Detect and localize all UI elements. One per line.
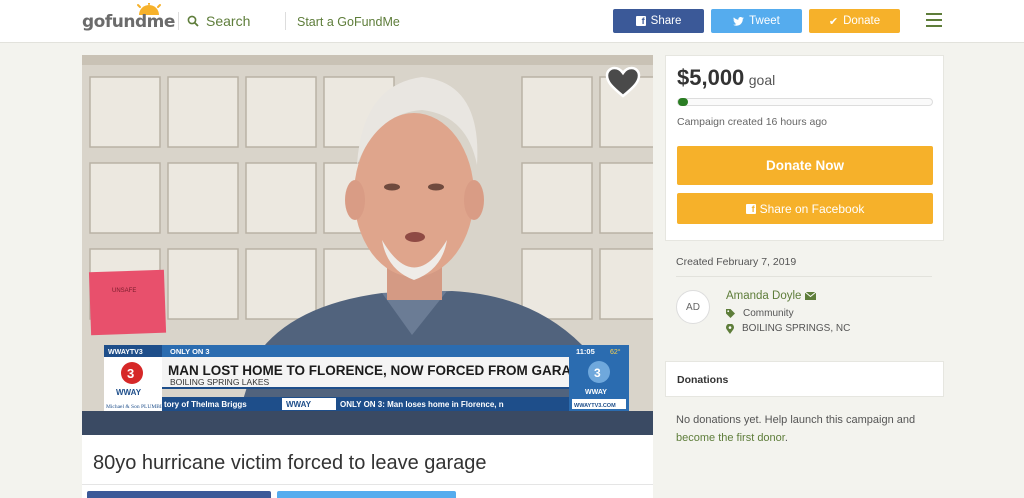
search-link[interactable]: Search	[187, 13, 250, 29]
news-ticker-right: ONLY ON 3: Man loses home in Florence, n	[340, 400, 504, 409]
svg-text:WWAY: WWAY	[116, 388, 142, 397]
share-on-facebook-button[interactable]: f Share on Facebook	[677, 193, 933, 224]
checkmark-icon: ✔	[828, 15, 839, 28]
svg-text:3: 3	[594, 366, 601, 380]
news-broadcast-image: UNSAFE WWAYTV3 ONLY ON 3 3 WWAY Michael …	[82, 55, 653, 435]
facebook-share-button-partial[interactable]	[87, 491, 271, 498]
news-headline: MAN LOST HOME TO FLORENCE, NOW FORCED FR…	[168, 363, 591, 378]
goal-label: goal	[748, 72, 776, 88]
goal-progress-bar	[677, 98, 933, 106]
news-location: BOILING SPRING LAKES	[170, 377, 270, 387]
no-donations-text: No donations yet. Help launch this campa…	[676, 414, 916, 426]
map-pin-icon	[726, 323, 734, 334]
organizer-avatar[interactable]: AD	[676, 290, 710, 324]
news-small-logo: WWAY	[585, 389, 607, 396]
donate-now-button[interactable]: Donate Now	[677, 146, 933, 185]
divider	[676, 276, 932, 277]
unsafe-sign-text: UNSAFE	[112, 288, 136, 294]
start-gofundme-link[interactable]: Start a GoFundMe	[297, 15, 400, 29]
goal-progress-fill	[678, 98, 689, 106]
no-donations-suffix: .	[784, 432, 788, 444]
created-date: Created February 7, 2019	[676, 256, 797, 268]
hamburger-menu-icon[interactable]	[926, 13, 942, 27]
tag-icon	[726, 309, 735, 318]
twitter-icon	[733, 16, 745, 26]
donations-title: Donations	[677, 374, 729, 386]
share-on-facebook-label: Share on Facebook	[759, 201, 865, 216]
campaign-title-card: 80yo hurricane victim forced to leave ga…	[82, 435, 653, 498]
no-donations-message: No donations yet. Help launch this campa…	[676, 411, 936, 447]
organizer-location: BOILING SPRINGS, NC	[726, 323, 850, 334]
goal-amount: $5,000 goal	[677, 65, 775, 91]
share-button-label: Share	[650, 15, 682, 27]
organizer-name-link[interactable]: Amanda Doyle	[726, 290, 817, 302]
news-only-on-tag: ONLY ON 3	[170, 347, 210, 356]
favorite-heart-icon[interactable]	[605, 66, 641, 98]
campaign-title: 80yo hurricane victim forced to leave ga…	[93, 452, 487, 474]
tweet-button[interactable]: Tweet	[711, 9, 802, 33]
search-icon	[187, 15, 199, 27]
news-sponsor: Michael & Son PLUMBING	[106, 404, 170, 410]
divider	[285, 12, 286, 30]
donations-card: Donations	[665, 361, 944, 397]
top-navigation-bar: gofundme Search Start a GoFundMe f Share…	[0, 0, 1024, 43]
news-channel-tag: WWAYTV3	[108, 349, 143, 356]
goal-amount-value: $5,000	[677, 65, 745, 90]
facebook-icon: f	[745, 203, 756, 214]
news-ticker-left: tory of Thelma Briggs	[164, 400, 247, 409]
divider	[82, 484, 653, 485]
organizer-category: Community	[726, 308, 794, 319]
logo-text: gofundme	[82, 12, 175, 32]
share-button[interactable]: f Share	[613, 9, 704, 33]
search-label: Search	[206, 13, 251, 29]
divider	[178, 12, 179, 30]
organizer-name: Amanda Doyle	[726, 290, 802, 302]
organizer-category-label: Community	[743, 308, 794, 319]
facebook-icon: f	[635, 16, 646, 26]
campaign-created-ago: Campaign created 16 hours ago	[677, 116, 828, 128]
donate-button-label: Donate	[843, 15, 881, 27]
twitter-share-button-partial[interactable]	[277, 491, 456, 498]
news-time: 11:05	[576, 347, 595, 356]
campaign-image: UNSAFE WWAYTV3 ONLY ON 3 3 WWAY Michael …	[82, 55, 653, 435]
news-temp: 62°	[610, 348, 621, 356]
envelope-icon[interactable]	[805, 292, 817, 300]
donate-button[interactable]: ✔ Donate	[809, 9, 900, 33]
become-first-donor-link[interactable]: become the first donor	[676, 432, 785, 444]
news-url: WWAYTV3.COM	[574, 403, 616, 409]
goal-card: $5,000 goal Campaign created 16 hours ag…	[665, 55, 944, 241]
news-ticker-brand: WWAY	[286, 400, 312, 409]
organizer-location-label: BOILING SPRINGS, NC	[742, 323, 851, 334]
tweet-button-label: Tweet	[749, 15, 780, 27]
svg-text:3: 3	[127, 366, 134, 381]
